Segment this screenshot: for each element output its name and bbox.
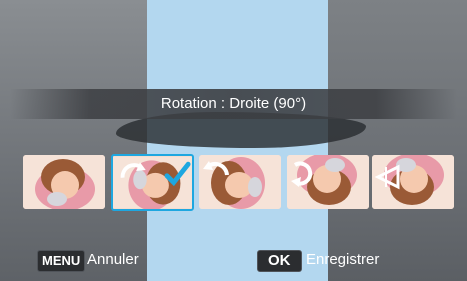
thumbnail-original[interactable] — [23, 155, 105, 209]
button-bar: MENU Annuler OK Enregistrer — [0, 246, 467, 276]
thumbnail-flip[interactable] — [372, 155, 454, 209]
photo-thumbnail — [199, 155, 281, 209]
thumbnail-strip — [0, 152, 467, 214]
background-left — [0, 0, 147, 281]
photo-thumbnail — [23, 155, 105, 209]
menu-key[interactable]: MENU — [37, 250, 86, 272]
save-label[interactable]: Enregistrer — [306, 250, 379, 270]
rotation-screen: Rotation : Droite (90°) MENU Annuler OK … — [0, 0, 467, 281]
background-right — [328, 0, 467, 281]
ok-key[interactable]: OK — [257, 250, 302, 272]
photo-thumbnail — [287, 155, 369, 209]
photo-thumbnail — [113, 156, 192, 209]
thumbnail-rotate-180[interactable] — [287, 155, 369, 209]
thumbnail-rotate-right[interactable] — [111, 154, 194, 211]
cancel-label[interactable]: Annuler — [87, 250, 139, 270]
rotation-title: Rotation : Droite (90°) — [160, 95, 307, 112]
thumbnail-rotate-left[interactable] — [199, 155, 281, 209]
photo-thumbnail — [372, 155, 454, 209]
